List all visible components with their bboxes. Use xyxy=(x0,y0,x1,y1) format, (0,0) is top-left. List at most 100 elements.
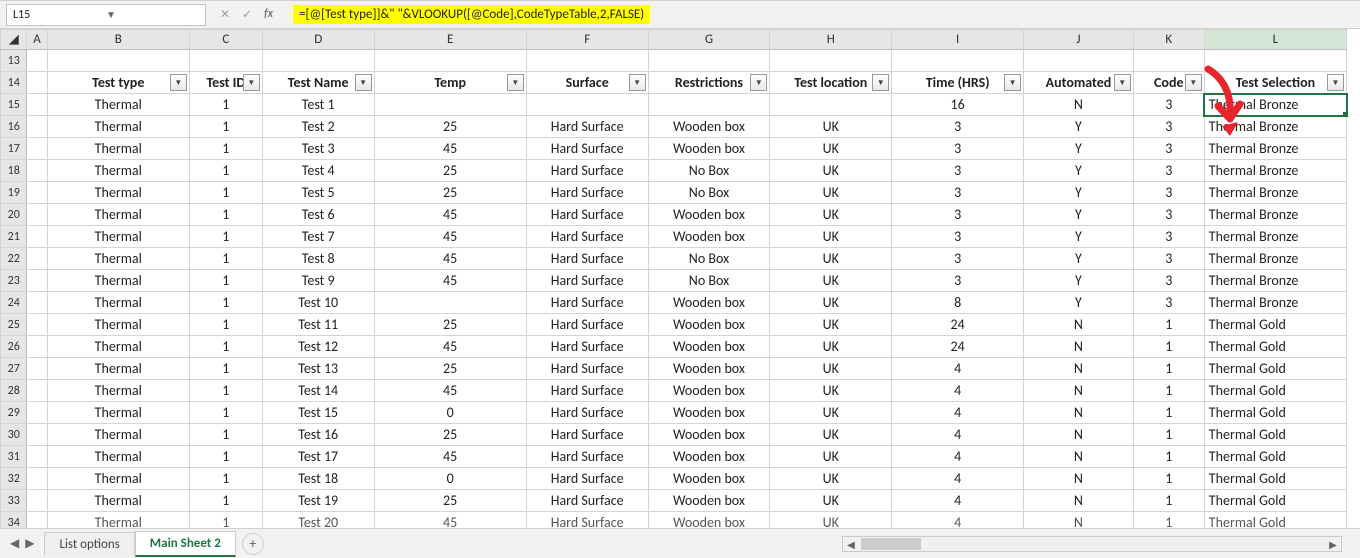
cell[interactable]: 45 xyxy=(374,336,526,358)
cell[interactable] xyxy=(27,380,47,402)
cell[interactable]: 3 xyxy=(892,248,1024,270)
cell[interactable]: Thermal xyxy=(47,248,189,270)
cell[interactable]: 25 xyxy=(374,490,526,512)
cell[interactable]: Hard Surface xyxy=(526,270,648,292)
cell[interactable]: Wooden box xyxy=(648,314,770,336)
filter-dropdown-icon[interactable]: ▼ xyxy=(1114,74,1131,91)
filter-dropdown-icon[interactable]: ▼ xyxy=(243,74,260,91)
cell[interactable]: Hard Surface xyxy=(526,336,648,358)
cell[interactable]: Hard Surface xyxy=(526,490,648,512)
cell[interactable]: Thermal Bronze xyxy=(1204,182,1346,204)
col-K[interactable]: K xyxy=(1133,30,1204,50)
cell[interactable]: 24 xyxy=(892,336,1024,358)
cell[interactable]: Hard Surface xyxy=(526,358,648,380)
cell[interactable]: 25 xyxy=(374,116,526,138)
cell[interactable]: Test 14 xyxy=(262,380,374,402)
cell[interactable]: UK xyxy=(770,292,892,314)
row-header[interactable]: 29 xyxy=(1,402,27,424)
cell[interactable] xyxy=(770,50,892,72)
cell[interactable]: No Box xyxy=(648,248,770,270)
filter-dropdown-icon[interactable]: ▼ xyxy=(507,74,524,91)
cell[interactable]: Wooden box xyxy=(648,402,770,424)
cell[interactable]: Thermal Bronze xyxy=(1204,160,1346,182)
row-header[interactable]: 17 xyxy=(1,138,27,160)
cell[interactable]: 1 xyxy=(189,204,262,226)
cell[interactable]: N xyxy=(1024,446,1134,468)
cell[interactable]: 1 xyxy=(1133,468,1204,490)
cell[interactable]: 1 xyxy=(189,116,262,138)
cell[interactable]: No Box xyxy=(648,182,770,204)
cell[interactable]: 1 xyxy=(189,314,262,336)
cell[interactable]: 1 xyxy=(189,336,262,358)
cell[interactable] xyxy=(27,446,47,468)
cell[interactable]: 1 xyxy=(189,490,262,512)
cell[interactable] xyxy=(189,50,262,72)
cell[interactable]: UK xyxy=(770,138,892,160)
cell[interactable]: Thermal xyxy=(47,138,189,160)
cell[interactable]: 4 xyxy=(892,402,1024,424)
cell[interactable]: 16 xyxy=(892,94,1024,116)
col-B[interactable]: B xyxy=(47,30,189,50)
cell[interactable]: Wooden box xyxy=(648,358,770,380)
cell[interactable]: 3 xyxy=(892,138,1024,160)
cell[interactable]: Thermal xyxy=(47,204,189,226)
cell[interactable]: Thermal xyxy=(47,468,189,490)
cell[interactable]: 1 xyxy=(189,226,262,248)
scroll-right-icon[interactable]: ▶ xyxy=(1325,538,1341,551)
cell[interactable]: Thermal xyxy=(47,270,189,292)
cell[interactable]: Thermal Gold xyxy=(1204,424,1346,446)
cell[interactable]: 8 xyxy=(892,292,1024,314)
cell[interactable]: 25 xyxy=(374,424,526,446)
cell[interactable]: 1 xyxy=(1133,512,1204,530)
cell[interactable]: Hard Surface xyxy=(526,446,648,468)
cell[interactable]: UK xyxy=(770,402,892,424)
cell[interactable]: 1 xyxy=(189,94,262,116)
cell[interactable]: Thermal Gold xyxy=(1204,380,1346,402)
cell[interactable]: 45 xyxy=(374,138,526,160)
table-header-C[interactable]: Test ID▼ xyxy=(189,72,262,94)
cell[interactable]: 1 xyxy=(1133,424,1204,446)
cell[interactable] xyxy=(27,424,47,446)
cell[interactable] xyxy=(27,182,47,204)
cell[interactable]: UK xyxy=(770,468,892,490)
row-header[interactable]: 25 xyxy=(1,314,27,336)
cell[interactable]: Test 13 xyxy=(262,358,374,380)
cell[interactable] xyxy=(27,204,47,226)
cell[interactable]: 1 xyxy=(189,292,262,314)
cell[interactable]: 3 xyxy=(1133,94,1204,116)
cell[interactable]: Test 20 xyxy=(262,512,374,530)
cell[interactable] xyxy=(27,50,47,72)
col-D[interactable]: D xyxy=(262,30,374,50)
cell[interactable]: No Box xyxy=(648,270,770,292)
cell[interactable]: 45 xyxy=(374,270,526,292)
cell[interactable]: UK xyxy=(770,226,892,248)
cell[interactable]: 3 xyxy=(1133,226,1204,248)
filter-dropdown-icon[interactable]: ▼ xyxy=(750,74,767,91)
cell[interactable]: N xyxy=(1024,424,1134,446)
cell[interactable]: 3 xyxy=(892,226,1024,248)
tab-next-icon[interactable]: ▶ xyxy=(25,536,34,551)
cell[interactable]: 4 xyxy=(892,358,1024,380)
cell[interactable]: Hard Surface xyxy=(526,248,648,270)
cell[interactable]: 25 xyxy=(374,182,526,204)
cell[interactable]: 4 xyxy=(892,446,1024,468)
cell[interactable]: Thermal xyxy=(47,336,189,358)
cell[interactable] xyxy=(27,94,47,116)
cell[interactable]: N xyxy=(1024,402,1134,424)
row-header[interactable]: 27 xyxy=(1,358,27,380)
cell[interactable]: UK xyxy=(770,160,892,182)
cell[interactable]: Thermal xyxy=(47,94,189,116)
cell[interactable]: 3 xyxy=(1133,160,1204,182)
row-header[interactable]: 13 xyxy=(1,50,27,72)
row-header[interactable]: 22 xyxy=(1,248,27,270)
cell[interactable]: Thermal xyxy=(47,116,189,138)
cell[interactable]: Test 9 xyxy=(262,270,374,292)
tab-first-icon[interactable]: ◀ xyxy=(10,536,19,551)
cell[interactable]: 1 xyxy=(189,512,262,530)
cell[interactable]: 1 xyxy=(189,358,262,380)
cell[interactable]: 3 xyxy=(1133,270,1204,292)
cell[interactable]: N xyxy=(1024,380,1134,402)
cell[interactable]: Test 16 xyxy=(262,424,374,446)
cell[interactable]: Thermal Gold xyxy=(1204,512,1346,530)
row-header[interactable]: 33 xyxy=(1,490,27,512)
